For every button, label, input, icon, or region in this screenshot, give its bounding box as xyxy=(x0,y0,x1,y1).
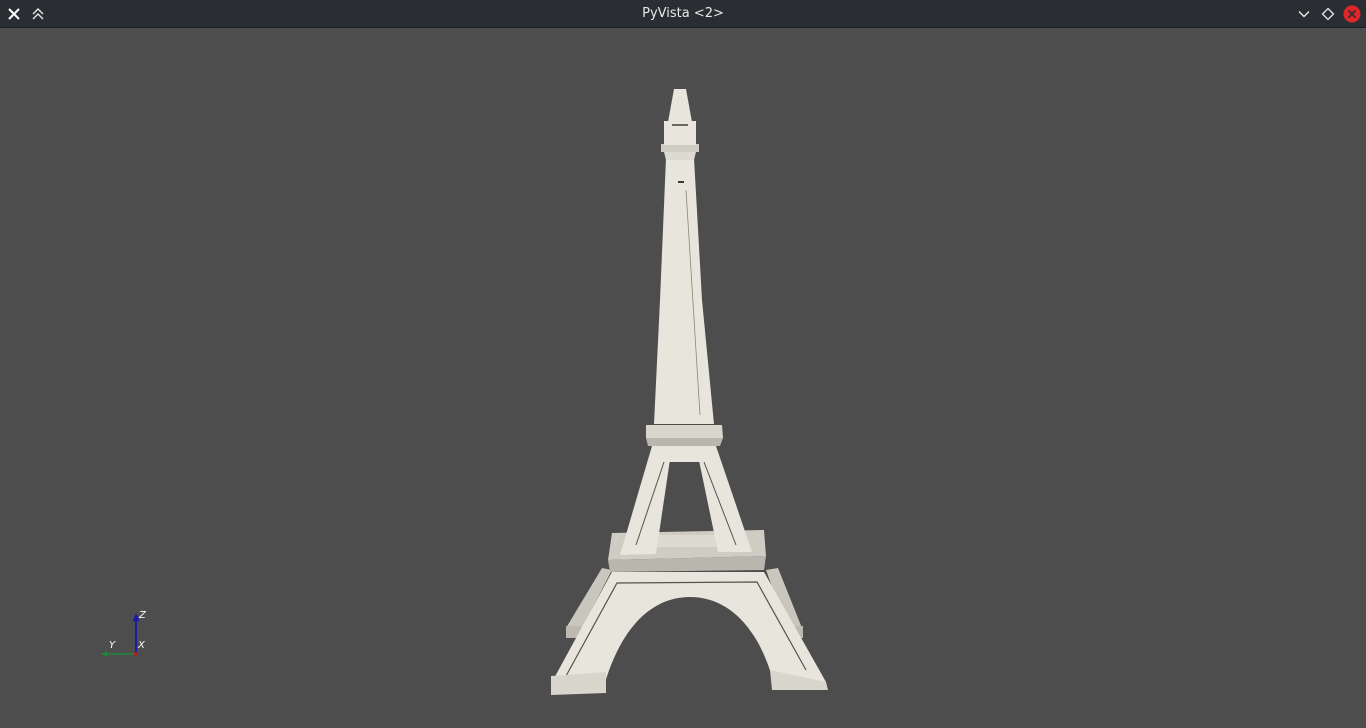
tower-spire xyxy=(668,89,692,122)
window-titlebar: PyVista <2> xyxy=(0,0,1366,28)
tower-top-neck xyxy=(664,152,696,160)
orientation-axes-widget: Z Y X xyxy=(101,610,147,657)
y-axis-label: Y xyxy=(109,640,116,651)
x-axis-label: X xyxy=(137,640,146,651)
tower-top-platform xyxy=(661,144,699,152)
render-viewport[interactable]: Z Y X xyxy=(0,29,1366,724)
close-icon[interactable] xyxy=(1342,4,1362,24)
window-title: PyVista <2> xyxy=(642,6,724,21)
y-axis-arrow xyxy=(101,651,107,657)
tower-second-platform-edge xyxy=(646,438,723,446)
eiffel-tower-model xyxy=(551,89,828,695)
tower-platform-inner xyxy=(656,535,716,547)
z-axis-label: Z xyxy=(138,610,147,621)
tower-foot-left xyxy=(551,672,606,695)
tower-second-platform xyxy=(646,425,723,438)
x-axis-point xyxy=(134,652,138,656)
maximize-icon[interactable] xyxy=(1318,4,1338,24)
tower-upper-shaft xyxy=(654,158,714,424)
tower-cabin-line xyxy=(672,124,688,126)
tower-shaft-mark xyxy=(678,181,684,183)
tower-middle-arch-top xyxy=(652,446,716,462)
minimize-icon[interactable] xyxy=(1294,4,1314,24)
